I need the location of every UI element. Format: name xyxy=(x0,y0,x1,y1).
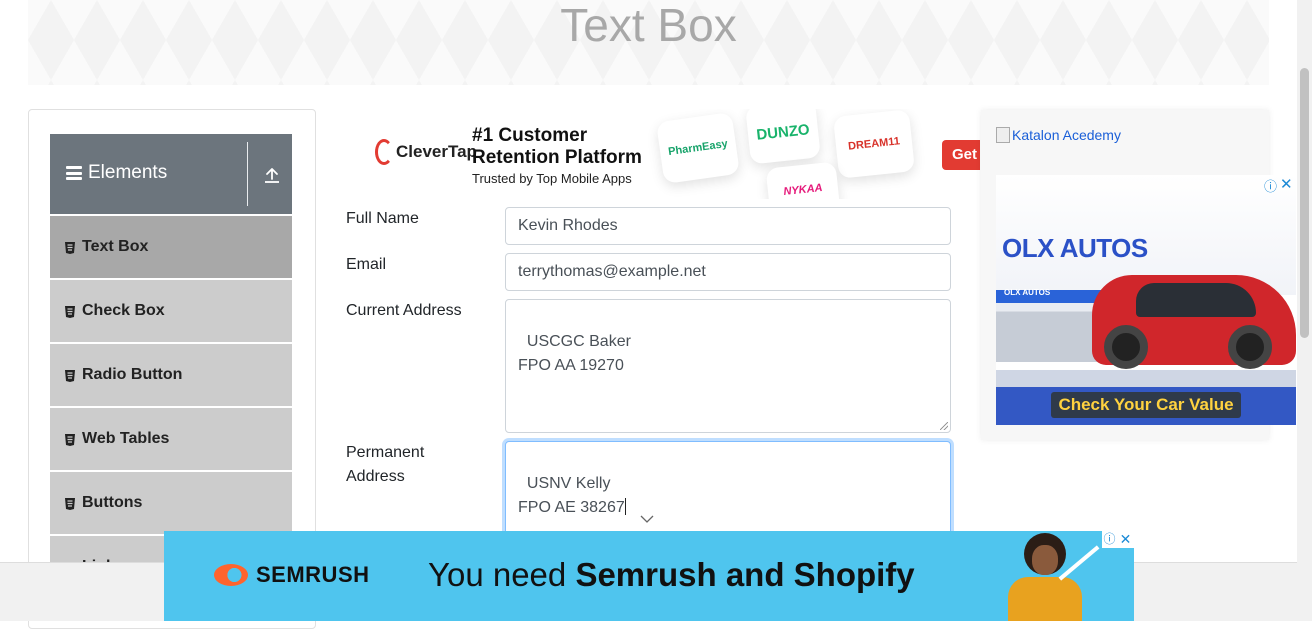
clevertap-ad[interactable]: CleverTap #1 Customer Retention Platform… xyxy=(340,109,980,199)
hamburger-icon xyxy=(66,166,82,180)
file-icon xyxy=(65,369,75,382)
current-address-value: USCGC Baker FPO AA 19270 xyxy=(518,333,631,374)
bottom-ad-info-icon[interactable]: ⓘ xyxy=(1102,531,1117,548)
scrollbar-thumb[interactable] xyxy=(1300,68,1309,338)
full-name-input[interactable]: Kevin Rhodes xyxy=(505,207,951,245)
olx-autos-ad[interactable]: OLX AUTOS OLX AUTOS Check Your Car Value xyxy=(996,175,1296,425)
permanent-address-label: Permanent Address xyxy=(346,444,425,485)
header-banner: Text Box xyxy=(28,0,1269,85)
sidebar-item-check-box[interactable]: Check Box xyxy=(50,278,292,342)
semrush-ad[interactable]: SEMRUSH You need Semrush and Shopify xyxy=(164,531,1134,621)
nykaa-tile: NYKAA xyxy=(765,161,841,199)
sidebar-item-web-tables[interactable]: Web Tables xyxy=(50,406,292,470)
sidebar-item-label: Web Tables xyxy=(82,430,170,447)
full-name-label: Full Name xyxy=(346,210,419,227)
semrush-copy-bold: Semrush and Shopify xyxy=(575,556,915,593)
file-icon xyxy=(65,305,75,318)
text-caret xyxy=(624,498,626,515)
car-window xyxy=(1136,283,1256,317)
ad-info-icon[interactable]: ⓘ xyxy=(1264,176,1277,195)
file-icon xyxy=(65,497,75,510)
semrush-logo: SEMRUSH xyxy=(214,562,370,588)
dream11-tile: DREAM11 xyxy=(832,109,916,179)
ad-subline: Trusted by Top Mobile Apps xyxy=(472,171,632,186)
email-label: Email xyxy=(346,256,387,273)
collapse-upload-icon[interactable] xyxy=(263,166,281,184)
clevertap-logo: CleverTap xyxy=(375,139,477,165)
car-wheel xyxy=(1228,325,1272,369)
semrush-flame-icon xyxy=(214,564,248,586)
sidebar-item-text-box[interactable]: Text Box xyxy=(50,214,292,278)
permanent-address-textarea[interactable]: USNV Kelly FPO AE 38267 xyxy=(505,441,951,541)
group-title: Elements xyxy=(88,162,168,183)
clevertap-ring-icon xyxy=(375,139,393,165)
chevron-down-icon xyxy=(640,515,654,523)
clevertap-brand: CleverTap xyxy=(396,142,477,161)
ad-headline: #1 Customer Retention Platform xyxy=(472,125,642,168)
broken-image-icon xyxy=(996,127,1010,143)
current-address-textarea[interactable]: USCGC Baker FPO AA 19270 xyxy=(505,299,951,433)
sidebar-item-label: Buttons xyxy=(82,494,143,511)
resize-grip-icon[interactable] xyxy=(940,422,948,430)
elements-group-header[interactable]: Elements xyxy=(50,134,292,214)
katalon-ad-link[interactable]: Katalon Acedemy xyxy=(996,127,1121,143)
email-input[interactable]: terrythomas@example.net xyxy=(505,253,951,291)
semrush-copy-prefix: You need xyxy=(428,556,576,593)
olx-road xyxy=(996,370,1296,388)
sidebar-item-buttons[interactable]: Buttons xyxy=(50,470,292,534)
katalon-alt-text: Katalon Acedemy xyxy=(1012,127,1121,143)
file-icon xyxy=(65,241,75,254)
dunzo-tile: DUNZO xyxy=(745,109,821,165)
semrush-headline: You need Semrush and Shopify xyxy=(428,556,915,594)
sidebar-item-label: Radio Button xyxy=(82,366,183,383)
olx-title: OLX AUTOS xyxy=(1002,233,1148,263)
page-title: Text Box xyxy=(560,0,737,51)
semrush-brand: SEMRUSH xyxy=(256,562,370,587)
sidebar-item-label: Check Box xyxy=(82,302,165,319)
sidebar-item-radio-button[interactable]: Radio Button xyxy=(50,342,292,406)
group-title-wrap: Elements xyxy=(66,162,167,184)
olx-showroom-sign: OLX AUTOS xyxy=(1004,288,1051,297)
ad-get-button[interactable]: Get xyxy=(942,140,980,170)
permanent-address-value: USNV Kelly FPO AE 38267 xyxy=(518,475,625,516)
page-scrollbar[interactable] xyxy=(1297,0,1312,621)
bottom-ad-close-icon[interactable]: ✕ xyxy=(1117,531,1134,548)
sidebar-item-label: Text Box xyxy=(82,238,149,255)
check-car-value-button[interactable]: Check Your Car Value xyxy=(1051,392,1241,418)
car-wheel xyxy=(1104,325,1148,369)
pharmeasy-tile: PharmEasy xyxy=(656,112,740,184)
header-divider xyxy=(247,142,248,206)
person-illustration xyxy=(994,531,1104,621)
current-address-label: Current Address xyxy=(346,302,462,319)
ad-close-icon[interactable]: ✕ xyxy=(1280,175,1293,193)
file-icon xyxy=(65,433,75,446)
